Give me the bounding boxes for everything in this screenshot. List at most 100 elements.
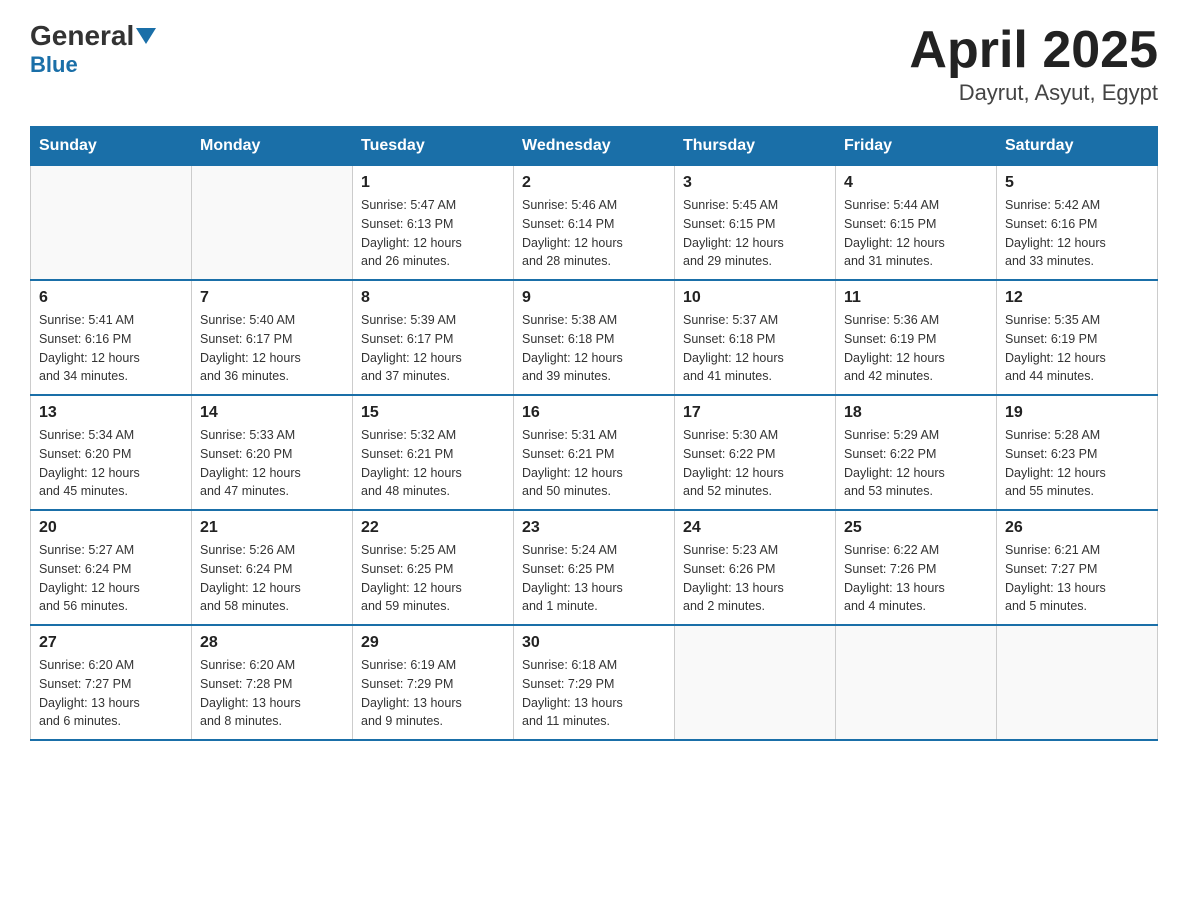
day-number: 22 — [361, 519, 505, 537]
day-info: Sunrise: 5:39 AM Sunset: 6:17 PM Dayligh… — [361, 311, 505, 386]
calendar-day-cell: 10 Sunrise: 5:37 AM Sunset: 6:18 PM Dayli… — [675, 280, 836, 395]
day-info: Sunrise: 5:38 AM Sunset: 6:18 PM Dayligh… — [522, 311, 666, 386]
day-number: 15 — [361, 404, 505, 422]
day-info: Sunrise: 5:27 AM Sunset: 6:24 PM Dayligh… — [39, 541, 183, 616]
calendar-day-cell: 12Sunrise: 5:35 AM Sunset: 6:19 PM Dayli… — [997, 280, 1158, 395]
calendar-week-row: 1Sunrise: 5:47 AM Sunset: 6:13 PM Daylig… — [31, 166, 1158, 281]
day-info: Sunrise: 6:22 AM Sunset: 7:26 PM Dayligh… — [844, 541, 988, 616]
calendar-day-cell: 18 Sunrise: 5:29 AM Sunset: 6:22 PM Dayli… — [836, 395, 997, 510]
calendar-day-cell — [675, 625, 836, 740]
calendar-day-cell: 27 Sunrise: 6:20 AM Sunset: 7:27 PM Dayli… — [31, 625, 192, 740]
title-block: April 2025 Dayrut, Asyut, Egypt — [909, 20, 1158, 106]
day-header-tuesday: Tuesday — [353, 127, 514, 166]
calendar-day-cell: 11 Sunrise: 5:36 AM Sunset: 6:19 PM Dayli… — [836, 280, 997, 395]
calendar-day-cell: 5 Sunrise: 5:42 AM Sunset: 6:16 PM Daylig… — [997, 166, 1158, 281]
day-number: 10 — [683, 289, 827, 307]
day-info: Sunrise: 6:20 AM Sunset: 7:27 PM Dayligh… — [39, 656, 183, 731]
logo: General Blue — [30, 20, 156, 78]
day-info: Sunrise: 5:31 AM Sunset: 6:21 PM Dayligh… — [522, 426, 666, 501]
calendar-day-cell: 13Sunrise: 5:34 AM Sunset: 6:20 PM Dayli… — [31, 395, 192, 510]
day-number: 20 — [39, 519, 183, 537]
day-number: 2 — [522, 174, 666, 192]
day-number: 19 — [1005, 404, 1149, 422]
day-number: 26 — [1005, 519, 1149, 537]
day-info: Sunrise: 5:28 AM Sunset: 6:23 PM Dayligh… — [1005, 426, 1149, 501]
calendar-day-cell: 7 Sunrise: 5:40 AM Sunset: 6:17 PM Daylig… — [192, 280, 353, 395]
day-number: 14 — [200, 404, 344, 422]
logo-triangle-icon — [136, 28, 156, 44]
calendar-day-cell — [836, 625, 997, 740]
calendar-week-row: 20 Sunrise: 5:27 AM Sunset: 6:24 PM Dayli… — [31, 510, 1158, 625]
day-number: 25 — [844, 519, 988, 537]
logo-sub-text: Blue — [30, 52, 78, 78]
day-info: Sunrise: 5:34 AM Sunset: 6:20 PM Dayligh… — [39, 426, 183, 501]
calendar-body: 1Sunrise: 5:47 AM Sunset: 6:13 PM Daylig… — [31, 166, 1158, 741]
calendar-day-cell: 25 Sunrise: 6:22 AM Sunset: 7:26 PM Dayli… — [836, 510, 997, 625]
day-number: 16 — [522, 404, 666, 422]
calendar-day-cell: 19 Sunrise: 5:28 AM Sunset: 6:23 PM Dayli… — [997, 395, 1158, 510]
calendar-day-cell — [997, 625, 1158, 740]
day-number: 11 — [844, 289, 988, 307]
day-info: Sunrise: 5:26 AM Sunset: 6:24 PM Dayligh… — [200, 541, 344, 616]
day-info: Sunrise: 5:42 AM Sunset: 6:16 PM Dayligh… — [1005, 196, 1149, 271]
calendar-day-cell: 15 Sunrise: 5:32 AM Sunset: 6:21 PM Dayli… — [353, 395, 514, 510]
calendar-day-cell: 2 Sunrise: 5:46 AM Sunset: 6:14 PM Daylig… — [514, 166, 675, 281]
day-number: 1 — [361, 174, 505, 192]
day-number: 28 — [200, 634, 344, 652]
day-number: 18 — [844, 404, 988, 422]
calendar-title: April 2025 — [909, 20, 1158, 80]
day-info: Sunrise: 5:41 AM Sunset: 6:16 PM Dayligh… — [39, 311, 183, 386]
day-info: Sunrise: 5:46 AM Sunset: 6:14 PM Dayligh… — [522, 196, 666, 271]
day-number: 5 — [1005, 174, 1149, 192]
calendar-week-row: 6Sunrise: 5:41 AM Sunset: 6:16 PM Daylig… — [31, 280, 1158, 395]
day-info: Sunrise: 6:19 AM Sunset: 7:29 PM Dayligh… — [361, 656, 505, 731]
day-info: Sunrise: 5:23 AM Sunset: 6:26 PM Dayligh… — [683, 541, 827, 616]
calendar-week-row: 27 Sunrise: 6:20 AM Sunset: 7:27 PM Dayli… — [31, 625, 1158, 740]
day-info: Sunrise: 5:32 AM Sunset: 6:21 PM Dayligh… — [361, 426, 505, 501]
day-info: Sunrise: 5:30 AM Sunset: 6:22 PM Dayligh… — [683, 426, 827, 501]
calendar-day-cell: 23 Sunrise: 5:24 AM Sunset: 6:25 PM Dayli… — [514, 510, 675, 625]
day-info: Sunrise: 5:37 AM Sunset: 6:18 PM Dayligh… — [683, 311, 827, 386]
calendar-header-row: SundayMondayTuesdayWednesdayThursdayFrid… — [31, 127, 1158, 166]
day-info: Sunrise: 5:24 AM Sunset: 6:25 PM Dayligh… — [522, 541, 666, 616]
calendar-day-cell: 17 Sunrise: 5:30 AM Sunset: 6:22 PM Dayli… — [675, 395, 836, 510]
day-info: Sunrise: 5:29 AM Sunset: 6:22 PM Dayligh… — [844, 426, 988, 501]
day-info: Sunrise: 5:33 AM Sunset: 6:20 PM Dayligh… — [200, 426, 344, 501]
calendar-day-cell: 6Sunrise: 5:41 AM Sunset: 6:16 PM Daylig… — [31, 280, 192, 395]
calendar-day-cell — [31, 166, 192, 281]
calendar-day-cell: 24Sunrise: 5:23 AM Sunset: 6:26 PM Dayli… — [675, 510, 836, 625]
day-info: Sunrise: 5:44 AM Sunset: 6:15 PM Dayligh… — [844, 196, 988, 271]
day-header-wednesday: Wednesday — [514, 127, 675, 166]
day-info: Sunrise: 5:25 AM Sunset: 6:25 PM Dayligh… — [361, 541, 505, 616]
day-info: Sunrise: 5:45 AM Sunset: 6:15 PM Dayligh… — [683, 196, 827, 271]
calendar-day-cell: 14 Sunrise: 5:33 AM Sunset: 6:20 PM Dayli… — [192, 395, 353, 510]
calendar-day-cell: 26 Sunrise: 6:21 AM Sunset: 7:27 PM Dayli… — [997, 510, 1158, 625]
calendar-day-cell: 3Sunrise: 5:45 AM Sunset: 6:15 PM Daylig… — [675, 166, 836, 281]
day-number: 4 — [844, 174, 988, 192]
calendar-day-cell: 9 Sunrise: 5:38 AM Sunset: 6:18 PM Daylig… — [514, 280, 675, 395]
day-header-thursday: Thursday — [675, 127, 836, 166]
calendar-table: SundayMondayTuesdayWednesdayThursdayFrid… — [30, 126, 1158, 741]
calendar-day-cell: 4 Sunrise: 5:44 AM Sunset: 6:15 PM Daylig… — [836, 166, 997, 281]
day-info: Sunrise: 6:21 AM Sunset: 7:27 PM Dayligh… — [1005, 541, 1149, 616]
calendar-day-cell: 8 Sunrise: 5:39 AM Sunset: 6:17 PM Daylig… — [353, 280, 514, 395]
day-header-friday: Friday — [836, 127, 997, 166]
day-number: 8 — [361, 289, 505, 307]
day-number: 23 — [522, 519, 666, 537]
day-number: 30 — [522, 634, 666, 652]
day-info: Sunrise: 5:40 AM Sunset: 6:17 PM Dayligh… — [200, 311, 344, 386]
day-number: 7 — [200, 289, 344, 307]
day-number: 9 — [522, 289, 666, 307]
day-header-sunday: Sunday — [31, 127, 192, 166]
day-number: 17 — [683, 404, 827, 422]
calendar-subtitle: Dayrut, Asyut, Egypt — [909, 80, 1158, 106]
calendar-day-cell: 22 Sunrise: 5:25 AM Sunset: 6:25 PM Dayli… — [353, 510, 514, 625]
calendar-day-cell: 20 Sunrise: 5:27 AM Sunset: 6:24 PM Dayli… — [31, 510, 192, 625]
logo-main-text: General — [30, 20, 134, 52]
calendar-week-row: 13Sunrise: 5:34 AM Sunset: 6:20 PM Dayli… — [31, 395, 1158, 510]
day-info: Sunrise: 5:36 AM Sunset: 6:19 PM Dayligh… — [844, 311, 988, 386]
day-number: 29 — [361, 634, 505, 652]
calendar-day-cell: 29 Sunrise: 6:19 AM Sunset: 7:29 PM Dayli… — [353, 625, 514, 740]
day-info: Sunrise: 6:18 AM Sunset: 7:29 PM Dayligh… — [522, 656, 666, 731]
day-number: 27 — [39, 634, 183, 652]
